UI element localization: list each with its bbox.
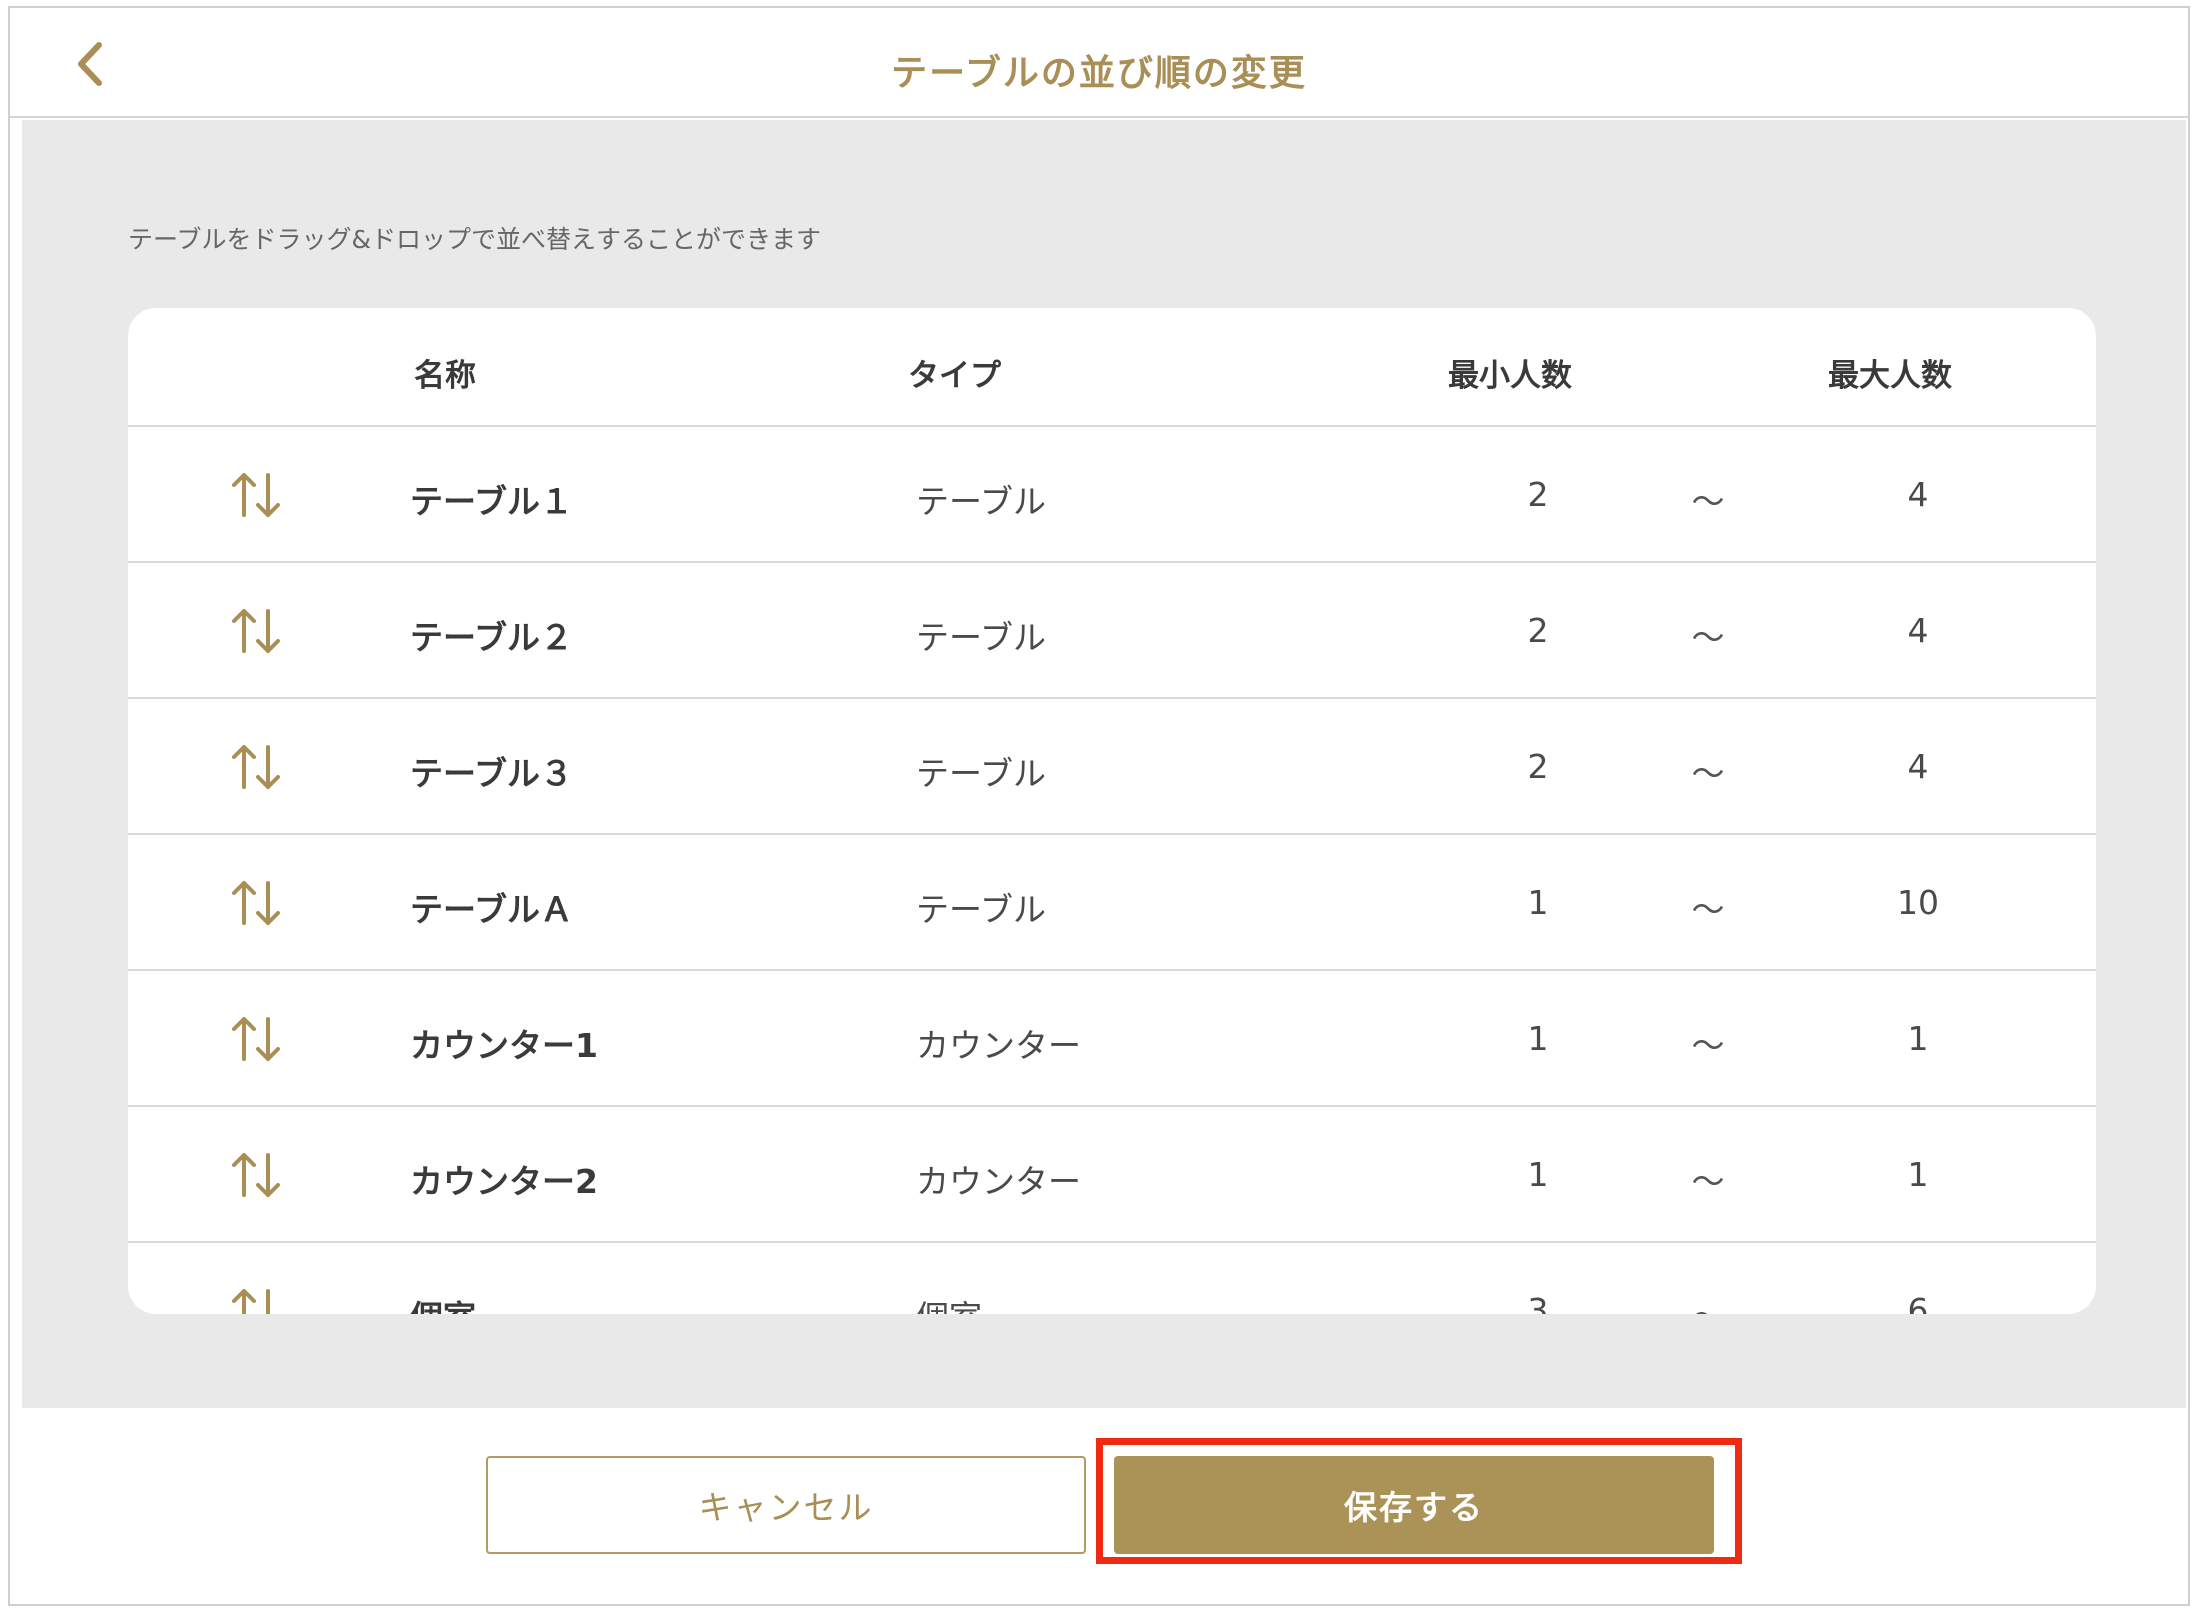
row-max-capacity: 1 (1907, 1155, 1929, 1194)
row-max-capacity: 10 (1897, 883, 1939, 922)
table-row[interactable]: テーブルＡ テーブル 1 〜 10 (128, 835, 2096, 971)
row-type: 個室 (916, 1291, 982, 1314)
column-header-type: タイプ (908, 358, 1001, 394)
drag-handle-icon[interactable] (228, 471, 284, 519)
drag-handle-icon[interactable] (228, 879, 284, 927)
app-window: テーブルの並び順の変更 テーブルをドラッグ&ドロップで並べ替えすることができます… (8, 6, 2190, 1606)
content-area: テーブルをドラッグ&ドロップで並べ替えすることができます 名称 タイプ 最小人数… (22, 120, 2186, 1408)
table-rows: テーブル１ テーブル 2 〜 4 テーブル２ テーブル 2 〜 4 テーブル３ … (128, 427, 2096, 1314)
table-header: 名称 タイプ 最小人数 最大人数 (128, 308, 2096, 427)
column-header-name: 名称 (414, 358, 476, 394)
range-separator: 〜 (1691, 1026, 1725, 1065)
row-max-capacity: 4 (1907, 747, 1929, 786)
table-row[interactable]: カウンター1 カウンター 1 〜 1 (128, 971, 2096, 1107)
row-min-capacity: 3 (1527, 1291, 1549, 1314)
row-min-capacity: 2 (1527, 611, 1549, 650)
row-max-capacity: 1 (1907, 1019, 1929, 1058)
row-min-capacity: 2 (1527, 747, 1549, 786)
range-separator: 〜 (1691, 618, 1725, 657)
drag-handle-icon[interactable] (228, 1015, 284, 1063)
range-separator: 〜 (1691, 482, 1725, 521)
row-type: テーブル (916, 482, 1047, 521)
range-separator: 〜 (1691, 890, 1725, 929)
table-row[interactable]: テーブル２ テーブル 2 〜 4 (128, 563, 2096, 699)
row-type: テーブル (916, 618, 1047, 657)
table-row[interactable]: テーブル１ テーブル 2 〜 4 (128, 427, 2096, 563)
row-min-capacity: 2 (1527, 475, 1549, 514)
table-row[interactable]: カウンター2 カウンター 1 〜 1 (128, 1107, 2096, 1243)
range-separator: 〜 (1691, 1162, 1725, 1201)
row-type: カウンター (916, 1162, 1081, 1201)
cancel-button[interactable]: キャンセル (486, 1456, 1086, 1554)
row-max-capacity: 4 (1907, 611, 1929, 650)
row-name: 個室 (410, 1291, 476, 1314)
drag-hint-text: テーブルをドラッグ&ドロップで並べ替えすることができます (128, 225, 821, 254)
row-max-capacity: 4 (1907, 475, 1929, 514)
footer-bar: キャンセル 保存する (10, 1408, 2188, 1604)
table-row[interactable]: 個室 個室 3 〜 6 (128, 1243, 2096, 1314)
drag-handle-icon[interactable] (228, 607, 284, 655)
row-name: カウンター1 (410, 1026, 598, 1065)
row-name: テーブル１ (410, 482, 574, 521)
row-name: カウンター2 (410, 1162, 598, 1201)
table-row[interactable]: テーブル３ テーブル 2 〜 4 (128, 699, 2096, 835)
drag-handle-icon[interactable] (228, 1151, 284, 1199)
row-name: テーブル２ (410, 618, 574, 657)
column-header-min: 最小人数 (1448, 358, 1572, 394)
page-title: テーブルの並び順の変更 (891, 53, 1307, 94)
row-min-capacity: 1 (1527, 883, 1549, 922)
column-header-max: 最大人数 (1828, 358, 1952, 394)
save-button[interactable]: 保存する (1114, 1456, 1714, 1554)
row-min-capacity: 1 (1527, 1019, 1549, 1058)
row-type: テーブル (916, 754, 1047, 793)
header-bar: テーブルの並び順の変更 (10, 8, 2188, 118)
drag-handle-icon[interactable] (228, 743, 284, 791)
drag-handle-icon[interactable] (228, 1287, 284, 1314)
row-type: カウンター (916, 1026, 1081, 1065)
row-name: テーブルＡ (410, 890, 574, 929)
row-max-capacity: 6 (1907, 1291, 1929, 1314)
range-separator: 〜 (1691, 754, 1725, 793)
range-separator: 〜 (1673, 1291, 1743, 1314)
row-name: テーブル３ (410, 754, 574, 793)
table-list-card: 名称 タイプ 最小人数 最大人数 テーブル１ テーブル 2 〜 4 テーブル２ … (128, 308, 2096, 1314)
row-type: テーブル (916, 890, 1047, 929)
row-min-capacity: 1 (1527, 1155, 1549, 1194)
